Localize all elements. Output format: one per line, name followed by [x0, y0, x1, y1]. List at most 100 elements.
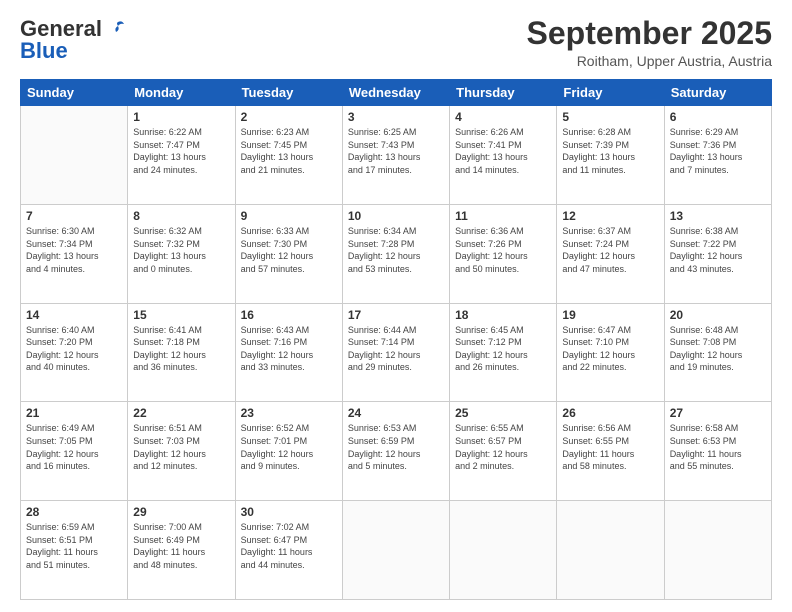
day-info: Sunrise: 6:58 AM Sunset: 6:53 PM Dayligh… — [670, 422, 766, 472]
day-info: Sunrise: 6:44 AM Sunset: 7:14 PM Dayligh… — [348, 324, 444, 374]
month-title: September 2025 — [527, 16, 772, 51]
calendar-cell: 14 Sunrise: 6:40 AM Sunset: 7:20 PM Dayli… — [21, 303, 128, 402]
day-number: 14 — [26, 308, 122, 322]
calendar-cell: 30 Sunrise: 7:02 AM Sunset: 6:47 PM Dayli… — [235, 501, 342, 600]
calendar-cell: 2 Sunrise: 6:23 AM Sunset: 7:45 PM Daylig… — [235, 106, 342, 205]
day-number: 26 — [562, 406, 658, 420]
day-number: 11 — [455, 209, 551, 223]
day-number: 3 — [348, 110, 444, 124]
day-number: 12 — [562, 209, 658, 223]
day-number: 29 — [133, 505, 229, 519]
location: Roitham, Upper Austria, Austria — [527, 53, 772, 69]
day-info: Sunrise: 6:49 AM Sunset: 7:05 PM Dayligh… — [26, 422, 122, 472]
calendar-cell: 5 Sunrise: 6:28 AM Sunset: 7:39 PM Daylig… — [557, 106, 664, 205]
weekday-header-monday: Monday — [128, 80, 235, 106]
calendar-table: SundayMondayTuesdayWednesdayThursdayFrid… — [20, 79, 772, 600]
calendar-cell: 9Sunrise: 6:33 AM Sunset: 7:30 PM Daylig… — [235, 204, 342, 303]
day-number: 22 — [133, 406, 229, 420]
logo-blue: Blue — [20, 38, 68, 64]
calendar-cell — [342, 501, 449, 600]
calendar-cell: 18Sunrise: 6:45 AM Sunset: 7:12 PM Dayli… — [450, 303, 557, 402]
weekday-header-thursday: Thursday — [450, 80, 557, 106]
day-number: 17 — [348, 308, 444, 322]
day-info: Sunrise: 6:25 AM Sunset: 7:43 PM Dayligh… — [348, 126, 444, 176]
day-info: Sunrise: 6:43 AM Sunset: 7:16 PM Dayligh… — [241, 324, 337, 374]
weekday-header-sunday: Sunday — [21, 80, 128, 106]
calendar-cell — [21, 106, 128, 205]
day-info: Sunrise: 6:47 AM Sunset: 7:10 PM Dayligh… — [562, 324, 658, 374]
logo: General Blue — [20, 16, 126, 64]
weekday-header-friday: Friday — [557, 80, 664, 106]
calendar-cell: 1 Sunrise: 6:22 AM Sunset: 7:47 PM Daylig… — [128, 106, 235, 205]
day-number: 28 — [26, 505, 122, 519]
day-info: Sunrise: 6:59 AM Sunset: 6:51 PM Dayligh… — [26, 521, 122, 571]
calendar-cell: 8 Sunrise: 6:32 AM Sunset: 7:32 PM Daylig… — [128, 204, 235, 303]
calendar-cell: 17 Sunrise: 6:44 AM Sunset: 7:14 PM Dayli… — [342, 303, 449, 402]
day-info: Sunrise: 6:55 AM Sunset: 6:57 PM Dayligh… — [455, 422, 551, 472]
day-info: Sunrise: 6:28 AM Sunset: 7:39 PM Dayligh… — [562, 126, 658, 176]
day-info: Sunrise: 6:56 AM Sunset: 6:55 PM Dayligh… — [562, 422, 658, 472]
calendar-cell: 10Sunrise: 6:34 AM Sunset: 7:28 PM Dayli… — [342, 204, 449, 303]
day-number: 23 — [241, 406, 337, 420]
calendar-cell — [557, 501, 664, 600]
calendar-cell: 3 Sunrise: 6:25 AM Sunset: 7:43 PM Daylig… — [342, 106, 449, 205]
calendar-week-row: 28 Sunrise: 6:59 AM Sunset: 6:51 PM Dayli… — [21, 501, 772, 600]
day-info: Sunrise: 6:53 AM Sunset: 6:59 PM Dayligh… — [348, 422, 444, 472]
weekday-header-tuesday: Tuesday — [235, 80, 342, 106]
day-number: 24 — [348, 406, 444, 420]
page: General Blue September 2025 Roitham, Upp… — [0, 0, 792, 612]
logo-bird-icon — [104, 18, 126, 40]
calendar-cell: 28 Sunrise: 6:59 AM Sunset: 6:51 PM Dayli… — [21, 501, 128, 600]
day-number: 6 — [670, 110, 766, 124]
day-info: Sunrise: 6:45 AM Sunset: 7:12 PM Dayligh… — [455, 324, 551, 374]
calendar-cell: 26 Sunrise: 6:56 AM Sunset: 6:55 PM Dayli… — [557, 402, 664, 501]
day-number: 27 — [670, 406, 766, 420]
header: General Blue September 2025 Roitham, Upp… — [20, 16, 772, 69]
day-info: Sunrise: 6:22 AM Sunset: 7:47 PM Dayligh… — [133, 126, 229, 176]
title-block: September 2025 Roitham, Upper Austria, A… — [527, 16, 772, 69]
calendar-cell: 19 Sunrise: 6:47 AM Sunset: 7:10 PM Dayli… — [557, 303, 664, 402]
day-number: 4 — [455, 110, 551, 124]
day-number: 10 — [348, 209, 444, 223]
day-info: Sunrise: 7:02 AM Sunset: 6:47 PM Dayligh… — [241, 521, 337, 571]
calendar-cell: 24 Sunrise: 6:53 AM Sunset: 6:59 PM Dayli… — [342, 402, 449, 501]
day-number: 25 — [455, 406, 551, 420]
calendar-cell: 6 Sunrise: 6:29 AM Sunset: 7:36 PM Daylig… — [664, 106, 771, 205]
calendar-cell: 13Sunrise: 6:38 AM Sunset: 7:22 PM Dayli… — [664, 204, 771, 303]
day-info: Sunrise: 6:30 AM Sunset: 7:34 PM Dayligh… — [26, 225, 122, 275]
day-number: 8 — [133, 209, 229, 223]
day-info: Sunrise: 6:48 AM Sunset: 7:08 PM Dayligh… — [670, 324, 766, 374]
day-info: Sunrise: 6:40 AM Sunset: 7:20 PM Dayligh… — [26, 324, 122, 374]
day-number: 7 — [26, 209, 122, 223]
calendar-cell: 21 Sunrise: 6:49 AM Sunset: 7:05 PM Dayli… — [21, 402, 128, 501]
day-info: Sunrise: 6:32 AM Sunset: 7:32 PM Dayligh… — [133, 225, 229, 275]
day-number: 30 — [241, 505, 337, 519]
calendar-cell: 4 Sunrise: 6:26 AM Sunset: 7:41 PM Daylig… — [450, 106, 557, 205]
calendar-cell: 7 Sunrise: 6:30 AM Sunset: 7:34 PM Daylig… — [21, 204, 128, 303]
calendar-cell: 23 Sunrise: 6:52 AM Sunset: 7:01 PM Dayli… — [235, 402, 342, 501]
calendar-week-row: 7 Sunrise: 6:30 AM Sunset: 7:34 PM Daylig… — [21, 204, 772, 303]
day-number: 15 — [133, 308, 229, 322]
weekday-header-wednesday: Wednesday — [342, 80, 449, 106]
day-info: Sunrise: 6:37 AM Sunset: 7:24 PM Dayligh… — [562, 225, 658, 275]
calendar-cell: 27 Sunrise: 6:58 AM Sunset: 6:53 PM Dayli… — [664, 402, 771, 501]
day-info: Sunrise: 6:52 AM Sunset: 7:01 PM Dayligh… — [241, 422, 337, 472]
day-number: 5 — [562, 110, 658, 124]
day-info: Sunrise: 6:23 AM Sunset: 7:45 PM Dayligh… — [241, 126, 337, 176]
day-number: 2 — [241, 110, 337, 124]
weekday-header-saturday: Saturday — [664, 80, 771, 106]
day-number: 1 — [133, 110, 229, 124]
day-number: 13 — [670, 209, 766, 223]
calendar-week-row: 1 Sunrise: 6:22 AM Sunset: 7:47 PM Daylig… — [21, 106, 772, 205]
day-info: Sunrise: 6:29 AM Sunset: 7:36 PM Dayligh… — [670, 126, 766, 176]
calendar-week-row: 21 Sunrise: 6:49 AM Sunset: 7:05 PM Dayli… — [21, 402, 772, 501]
day-info: Sunrise: 7:00 AM Sunset: 6:49 PM Dayligh… — [133, 521, 229, 571]
day-number: 19 — [562, 308, 658, 322]
calendar-cell: 12 Sunrise: 6:37 AM Sunset: 7:24 PM Dayli… — [557, 204, 664, 303]
calendar-cell: 11Sunrise: 6:36 AM Sunset: 7:26 PM Dayli… — [450, 204, 557, 303]
day-number: 21 — [26, 406, 122, 420]
day-info: Sunrise: 6:26 AM Sunset: 7:41 PM Dayligh… — [455, 126, 551, 176]
weekday-header-row: SundayMondayTuesdayWednesdayThursdayFrid… — [21, 80, 772, 106]
day-number: 20 — [670, 308, 766, 322]
calendar-cell: 16Sunrise: 6:43 AM Sunset: 7:16 PM Dayli… — [235, 303, 342, 402]
